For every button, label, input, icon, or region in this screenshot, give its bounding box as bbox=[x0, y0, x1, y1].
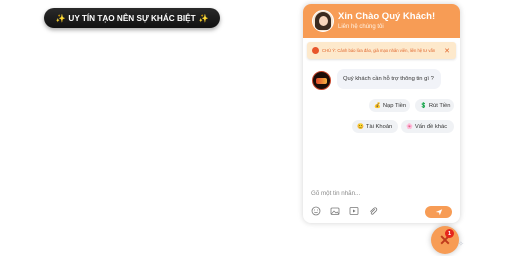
quick-reply-label: Nạp Tiền bbox=[382, 102, 407, 109]
money-bag-icon: 💰 bbox=[374, 102, 381, 109]
video-icon[interactable] bbox=[349, 206, 359, 216]
quick-reply-van-de-khac[interactable]: 🌸 Vấn đề khác bbox=[401, 120, 454, 133]
emoji-icon[interactable] bbox=[311, 206, 321, 216]
decoration-icon: ✧ bbox=[458, 241, 464, 248]
promo-badge: ✨ UY TÍN TẠO NÊN SỰ KHÁC BIỆT ✨ bbox=[44, 8, 220, 28]
bot-message: Quý khách cần hỗ trợ thông tin gì ? bbox=[337, 69, 441, 89]
notice-banner: CHÚ Ý: Cảnh báo lừa đảo, giả mạo nhân vi… bbox=[307, 42, 456, 59]
quick-reply-nap-tien[interactable]: 💰 Nạp Tiền bbox=[369, 99, 410, 112]
send-icon bbox=[435, 209, 442, 216]
warning-icon bbox=[312, 47, 319, 54]
promo-text: UY TÍN TẠO NÊN SỰ KHÁC BIỆT bbox=[68, 13, 196, 23]
logo-icon bbox=[316, 77, 327, 84]
quick-reply-label: Vấn đề khác bbox=[414, 123, 448, 130]
quick-reply-label: Tài Khoản bbox=[365, 123, 393, 130]
notice-text: CHÚ Ý: Cảnh báo lừa đảo, giả mạo nhân vi… bbox=[322, 48, 436, 53]
agent-avatar bbox=[312, 10, 334, 32]
sparkle-icon: ✨ bbox=[55, 13, 66, 23]
close-icon[interactable]: ✕ bbox=[444, 47, 450, 55]
chat-subtitle: Liên hệ chúng tôi bbox=[338, 24, 384, 30]
unread-badge: 1 bbox=[445, 229, 454, 238]
message-input[interactable] bbox=[311, 188, 451, 198]
quick-reply-tai-khoan[interactable]: 😊 Tài Khoản bbox=[352, 120, 398, 133]
chat-widget: Xin Chào Quý Khách! Liên hệ chúng tôi CH… bbox=[303, 4, 460, 223]
image-icon[interactable] bbox=[330, 206, 340, 216]
smile-icon: 😊 bbox=[357, 123, 364, 130]
bot-avatar bbox=[312, 71, 331, 90]
composer-toolbar bbox=[311, 206, 378, 216]
sparkle-icon: ✨ bbox=[198, 13, 209, 23]
chat-title: Xin Chào Quý Khách! bbox=[338, 11, 436, 22]
quick-reply-label: Rút Tiền bbox=[428, 102, 451, 109]
quick-reply-rut-tien[interactable]: 💲 Rút Tiền bbox=[415, 99, 454, 112]
flower-icon: 🌸 bbox=[406, 123, 413, 130]
chat-header: Xin Chào Quý Khách! Liên hệ chúng tôi bbox=[303, 4, 460, 38]
dollar-icon: 💲 bbox=[420, 102, 427, 109]
attachment-icon[interactable] bbox=[368, 206, 378, 216]
send-button[interactable] bbox=[425, 206, 452, 218]
